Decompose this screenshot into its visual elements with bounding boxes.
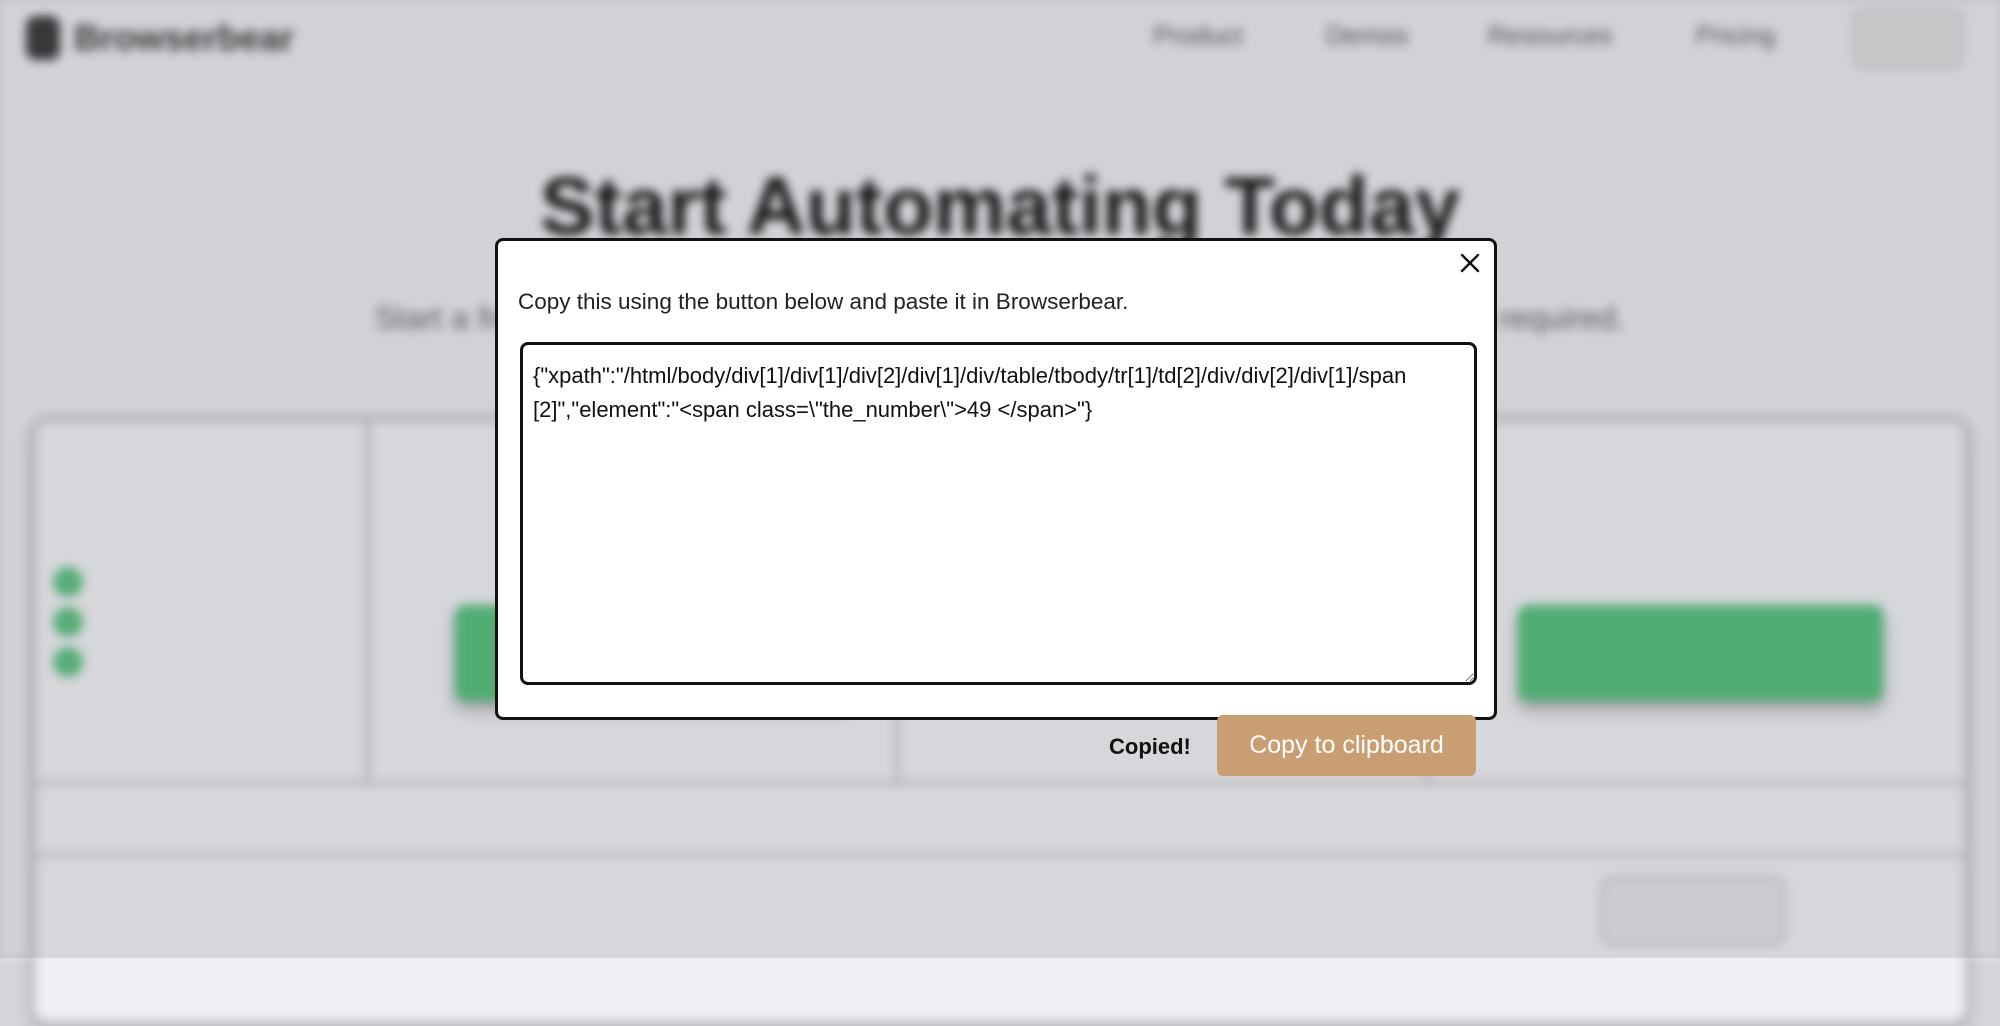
modal-instructions: Copy this using the button below and pas… <box>518 289 1129 314</box>
copied-status: Copied! <box>1109 734 1191 759</box>
code-textarea[interactable]: {"xpath":"/html/body/div[1]/div[1]/div[2… <box>520 342 1477 685</box>
close-icon <box>1460 253 1480 273</box>
copy-xpath-modal: Copy this using the button below and pas… <box>495 238 1497 720</box>
copy-to-clipboard-button[interactable]: Copy to clipboard <box>1217 715 1476 776</box>
close-button[interactable] <box>1454 247 1486 279</box>
